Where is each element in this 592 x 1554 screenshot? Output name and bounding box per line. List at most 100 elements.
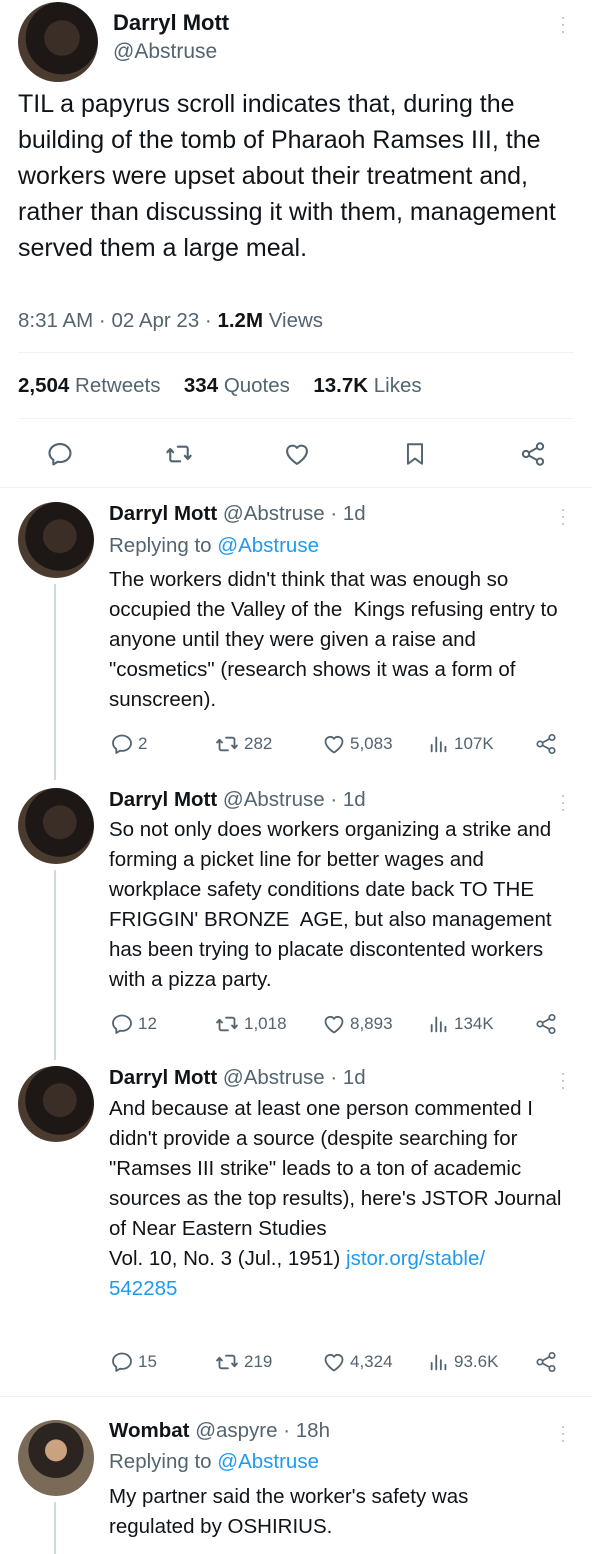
author-handle[interactable]: @Abstruse [223, 788, 325, 811]
reply-count: 2 [138, 734, 148, 753]
share-button[interactable] [534, 1350, 558, 1374]
replying-to-link[interactable]: @Abstruse [217, 1450, 319, 1473]
author-name[interactable]: Darryl Mott [109, 788, 217, 811]
reply-text: So not only does workers organizing a st… [109, 818, 558, 991]
reply-icon [110, 732, 134, 756]
reply-age[interactable]: 1d [343, 1066, 366, 1089]
replying-prefix: Replying to [109, 534, 212, 557]
retweets-label: Retweets [75, 374, 161, 397]
views-count: 93.6K [454, 1352, 499, 1371]
retweet-icon [214, 1012, 240, 1036]
reply-text-block: And because at least one person commente… [109, 1094, 569, 1304]
retweet-button[interactable]: 282 [214, 732, 272, 756]
retweet-icon [214, 1350, 240, 1374]
like-button[interactable]: 5,083 [322, 732, 393, 756]
author-handle[interactable]: @Abstruse [113, 40, 217, 64]
more-icon[interactable]: · · · [558, 500, 568, 532]
author-handle[interactable]: @Abstruse [223, 1066, 325, 1089]
share-icon[interactable] [518, 440, 548, 468]
like-count: 4,324 [350, 1352, 393, 1371]
tweet-date[interactable]: 02 Apr 23 [111, 309, 199, 332]
like-icon [322, 1012, 346, 1036]
retweet-icon[interactable] [164, 440, 194, 468]
author-name[interactable]: Darryl Mott [109, 1066, 217, 1089]
more-icon[interactable]: · · · [558, 8, 568, 40]
reply-header: Darryl Mott @Abstruse · 1d [109, 1063, 366, 1093]
like-count: 8,893 [350, 1014, 393, 1033]
views-icon [428, 1350, 450, 1374]
reply-header: Wombat @aspyre · 18h [109, 1416, 330, 1446]
tweet-text: TIL a papyrus scroll indicates that, dur… [18, 90, 556, 262]
views-count: 134K [454, 1014, 494, 1033]
reply-icon [110, 1350, 134, 1374]
reply-count: 12 [138, 1014, 157, 1033]
thread-line [54, 1502, 56, 1554]
tweet-time[interactable]: 8:31 AM [18, 309, 93, 332]
retweet-count: 219 [244, 1352, 273, 1371]
reply-text: And because at least one person commente… [109, 1097, 562, 1270]
reply-age[interactable]: 18h [296, 1419, 330, 1442]
like-icon [322, 732, 346, 756]
more-icon[interactable]: · · · [558, 1417, 568, 1449]
likes-count: 13.7K [313, 374, 369, 397]
separator: · [204, 309, 212, 332]
thread-line [54, 870, 56, 1060]
share-icon [534, 732, 558, 756]
reply-age[interactable]: 1d [343, 502, 366, 525]
quotes-count: 334 [183, 374, 219, 397]
more-icon[interactable]: · · · [558, 786, 568, 818]
reply-button[interactable]: 2 [110, 732, 147, 756]
separator: · [330, 788, 338, 811]
divider [18, 352, 574, 353]
avatar[interactable] [18, 788, 94, 864]
likes-stat[interactable]: 13.7K Likes [313, 374, 421, 397]
reply-text: The workers didn't think that was enough… [109, 568, 564, 711]
likes-label: Likes [373, 374, 422, 397]
views-count: 1.2M [217, 309, 264, 332]
like-icon[interactable] [283, 440, 311, 468]
views-button[interactable]: 107K [428, 732, 494, 756]
retweet-button[interactable]: 1,018 [214, 1012, 287, 1036]
avatar[interactable] [18, 1420, 94, 1496]
like-button[interactable]: 4,324 [322, 1350, 393, 1374]
avatar[interactable] [18, 2, 98, 82]
replying-to: Replying to @Abstruse [109, 1447, 319, 1477]
reply-button[interactable]: 12 [110, 1012, 157, 1036]
author-handle[interactable]: @aspyre [195, 1419, 277, 1442]
avatar[interactable] [18, 502, 94, 578]
retweets-stat[interactable]: 2,504 Retweets [18, 374, 160, 397]
views-button[interactable]: 93.6K [428, 1350, 498, 1374]
reply-age[interactable]: 1d [343, 788, 366, 811]
views-icon [428, 1012, 450, 1036]
retweet-count: 282 [244, 734, 273, 753]
like-button[interactable]: 8,893 [322, 1012, 393, 1036]
bookmark-icon[interactable] [402, 440, 428, 468]
reply-header: Darryl Mott @Abstruse · 1d [109, 499, 366, 529]
share-button[interactable] [534, 1012, 558, 1036]
engagement-stats: 2,504 Retweets 334 Quotes 13.7K Likes [18, 374, 422, 398]
separator: · [330, 502, 338, 525]
avatar[interactable] [18, 1066, 94, 1142]
author-handle[interactable]: @Abstruse [223, 502, 325, 525]
views-count: 107K [454, 734, 494, 753]
divider [0, 487, 592, 488]
author-name[interactable]: Darryl Mott [113, 10, 229, 36]
quotes-stat[interactable]: 334 Quotes [184, 374, 290, 397]
replying-prefix: Replying to [109, 1450, 212, 1473]
divider [0, 1396, 592, 1397]
share-button[interactable] [534, 732, 558, 756]
retweet-icon [214, 732, 240, 756]
reply-button[interactable]: 15 [110, 1350, 157, 1374]
reply-icon [110, 1012, 134, 1036]
like-count: 5,083 [350, 734, 393, 753]
more-icon[interactable]: · · · [558, 1064, 568, 1096]
retweet-button[interactable]: 219 [214, 1350, 272, 1374]
views-button[interactable]: 134K [428, 1012, 494, 1036]
author-name[interactable]: Darryl Mott [109, 502, 217, 525]
separator: · [98, 309, 106, 332]
retweet-count: 1,018 [244, 1014, 287, 1033]
replying-to-link[interactable]: @Abstruse [217, 534, 319, 557]
reply-text: My partner said the worker's safety was … [109, 1485, 475, 1538]
reply-icon[interactable] [46, 440, 74, 468]
author-name[interactable]: Wombat [109, 1419, 189, 1442]
